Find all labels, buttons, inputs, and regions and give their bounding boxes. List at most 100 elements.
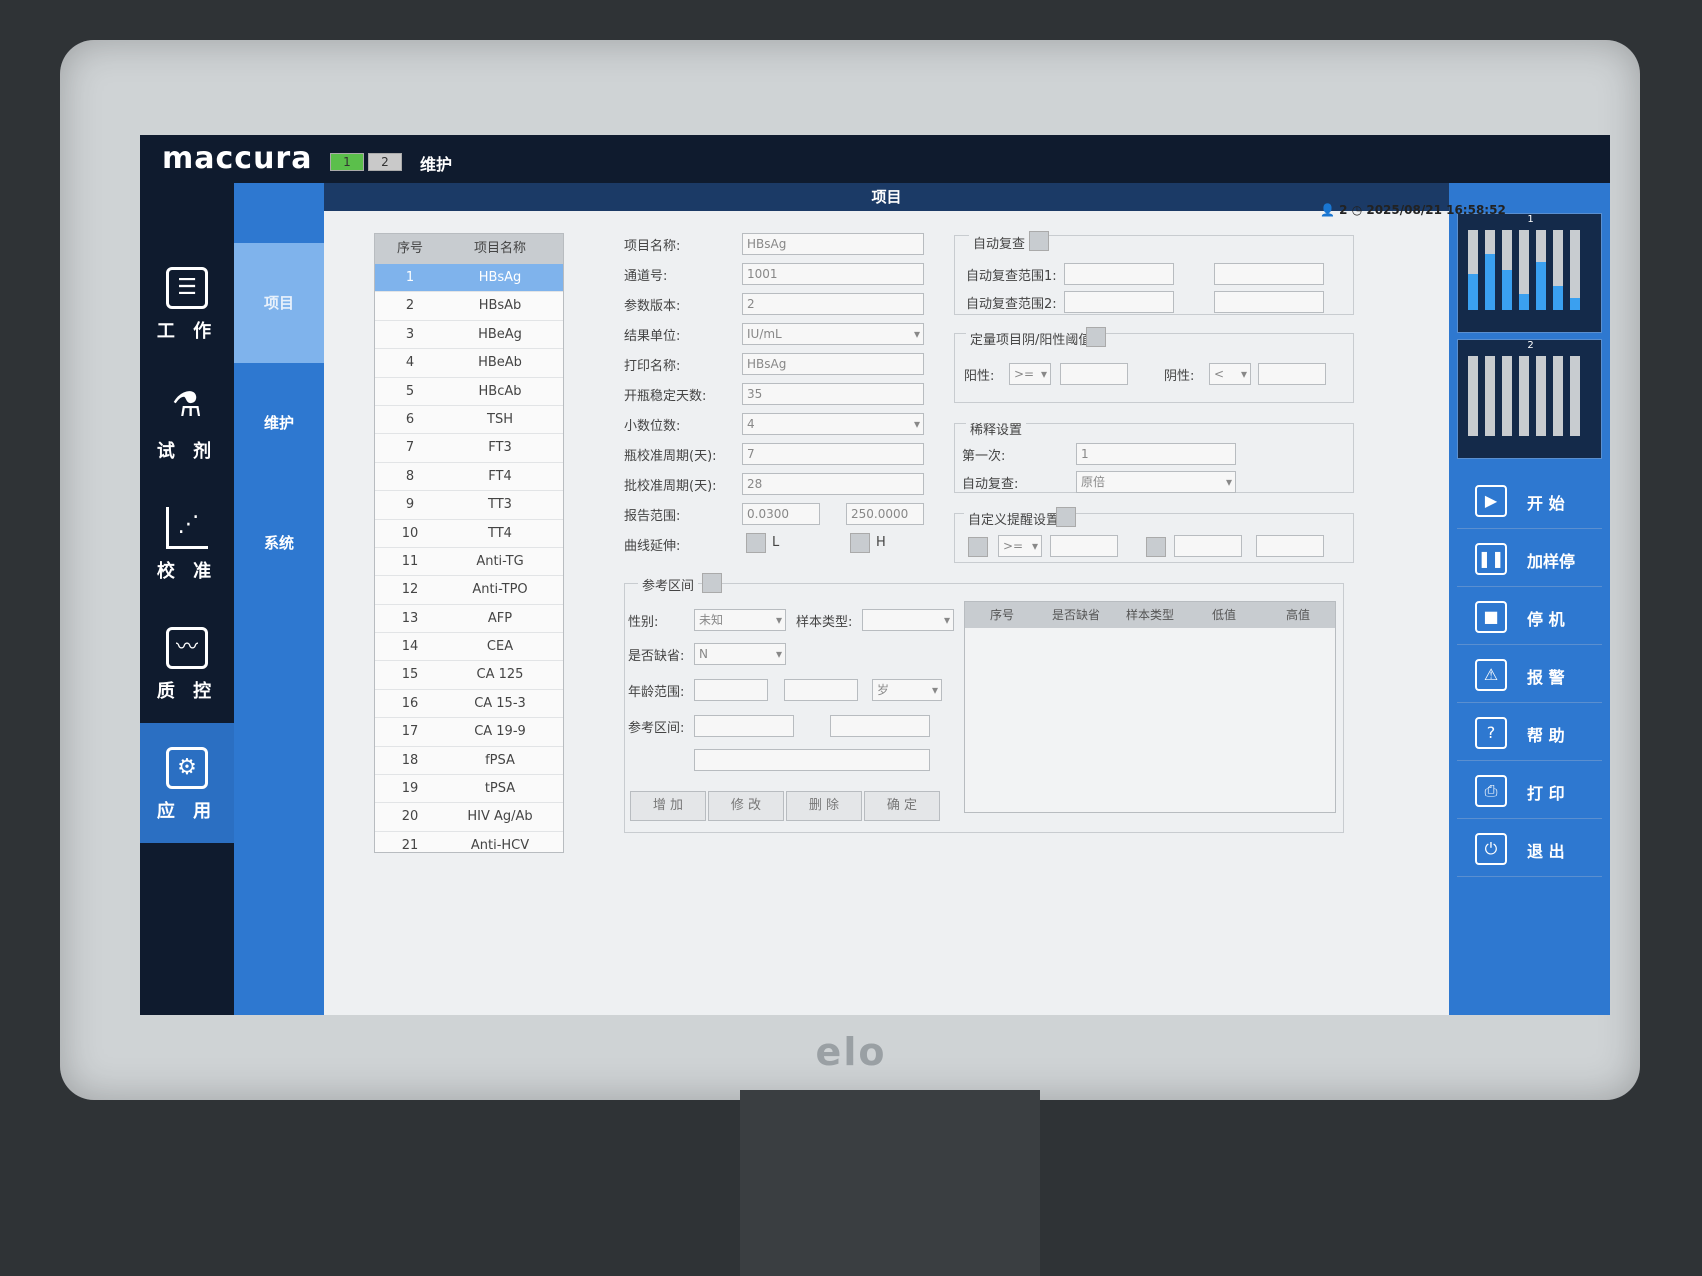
sample-type-select[interactable] xyxy=(862,609,954,631)
nav-work-label: 工 作 xyxy=(156,321,218,342)
list-item-name: HBcAb xyxy=(478,383,522,399)
reference-checkbox[interactable] xyxy=(702,573,722,593)
list-item[interactable]: 5 HBcAb xyxy=(375,378,563,406)
reminder-value-field-1[interactable] xyxy=(1050,535,1118,557)
action-label: 加样停 xyxy=(1527,552,1576,571)
calibration-chart-icon: ⋰ xyxy=(166,507,208,549)
positive-value-field[interactable] xyxy=(1060,363,1128,385)
list-item[interactable]: 21 Anti-HCV xyxy=(375,832,563,852)
gender-select[interactable]: 未知 xyxy=(694,609,786,631)
ref-high-field[interactable] xyxy=(830,715,930,737)
list-item[interactable]: 2 HBsAb xyxy=(375,292,563,321)
nav-reagent[interactable]: ⚗ 试 剂 xyxy=(140,363,234,483)
subnav-item-maintenance[interactable]: 维护 xyxy=(234,363,324,483)
dilution-recheck-select[interactable]: 原倍 xyxy=(1076,471,1236,493)
subnav-item-system[interactable]: 系统 xyxy=(234,483,324,603)
list-item[interactable]: 20 HIV Ag/Ab xyxy=(375,803,563,832)
list-item[interactable]: 9 TT3 xyxy=(375,491,563,520)
recheck-range1-high[interactable] xyxy=(1214,263,1324,285)
curve-h-checkbox[interactable] xyxy=(850,533,870,553)
recheck-range1-low[interactable] xyxy=(1064,263,1174,285)
action-button-warning[interactable]: ⚠ 报 警 xyxy=(1457,647,1602,703)
threshold-checkbox[interactable] xyxy=(1086,327,1106,347)
modify-button[interactable]: 修 改 xyxy=(708,791,784,821)
reminder-value-field-2[interactable] xyxy=(1174,535,1242,557)
nav-qc[interactable]: 〰质 控 xyxy=(140,603,234,723)
decimals-label: 小数位数: xyxy=(624,419,681,434)
default-select[interactable]: N xyxy=(694,643,786,665)
reference-grid[interactable]: 序号 是否缺省 样本类型 低值 高值 xyxy=(964,601,1336,813)
unit-select[interactable]: IU/mL xyxy=(742,323,924,345)
list-item[interactable]: 4 HBeAb xyxy=(375,349,563,378)
dilution-first-field[interactable]: 1 xyxy=(1076,443,1236,465)
age-unit-select[interactable]: 岁 xyxy=(872,679,942,701)
positive-op-select[interactable]: >= xyxy=(1009,363,1051,385)
list-item[interactable]: 15 CA 125 xyxy=(375,661,563,690)
reminder-item-checkbox-1[interactable] xyxy=(968,537,988,557)
list-item-index: 1 xyxy=(405,270,415,285)
age-high-field[interactable] xyxy=(784,679,858,701)
reminder-item-checkbox-2[interactable] xyxy=(1146,537,1166,557)
action-button-power[interactable]: ⏻ 退 出 xyxy=(1457,821,1602,877)
report-low-field[interactable]: 0.0300 xyxy=(742,503,820,525)
ref-text-field[interactable] xyxy=(694,749,930,771)
ref-low-field[interactable] xyxy=(694,715,794,737)
dilution-title: 稀释设置 xyxy=(966,419,1027,438)
action-button-pause[interactable]: ❚❚ 加样停 xyxy=(1457,531,1602,587)
list-item[interactable]: 11 Anti-TG xyxy=(375,548,563,577)
recheck-range2-high[interactable] xyxy=(1214,291,1324,313)
item-name-label: 项目名称: xyxy=(624,239,681,254)
reminder-op-select[interactable]: >= xyxy=(998,535,1042,557)
action-button-stop[interactable]: ■ 停 机 xyxy=(1457,589,1602,645)
action-button-play[interactable]: ▶ 开 始 xyxy=(1457,473,1602,529)
list-item[interactable]: 17 CA 19-9 xyxy=(375,718,563,747)
action-label: 报 警 xyxy=(1527,668,1565,687)
subnav-item-project[interactable]: 项目 xyxy=(234,243,324,363)
negative-value-field[interactable] xyxy=(1258,363,1326,385)
negative-op-select[interactable]: < xyxy=(1209,363,1251,385)
open-days-label: 开瓶稳定天数: xyxy=(624,389,707,404)
list-item-index: 12 xyxy=(401,582,419,598)
list-item[interactable]: 18 fPSA xyxy=(375,747,563,776)
list-item-name: HBsAg xyxy=(478,270,522,285)
lot-cal-field[interactable]: 28 xyxy=(742,473,924,495)
list-item[interactable]: 16 CA 15-3 xyxy=(375,690,563,719)
list-item[interactable]: 8 FT4 xyxy=(375,463,563,492)
list-item[interactable]: 19 tPSA xyxy=(375,775,563,804)
confirm-button[interactable]: 确 定 xyxy=(864,791,940,821)
list-item[interactable]: 7 FT3 xyxy=(375,434,563,463)
decimals-select[interactable]: 4 xyxy=(742,413,924,435)
action-button-printer[interactable]: ⎙ 打 印 xyxy=(1457,763,1602,819)
auto-recheck-checkbox[interactable] xyxy=(1029,231,1049,251)
reminder-value-field-3[interactable] xyxy=(1256,535,1324,557)
reminder-checkbox[interactable] xyxy=(1056,507,1076,527)
param-version-field[interactable]: 2 xyxy=(742,293,924,315)
print-name-field[interactable]: HBsAg xyxy=(742,353,924,375)
instance-tab-1[interactable]: 1 xyxy=(330,153,364,171)
nav-application[interactable]: ⚙ 应 用 xyxy=(140,723,234,843)
list-item-index: 13 xyxy=(401,610,419,626)
nav-work[interactable]: ☰ 工 作 xyxy=(140,243,234,363)
open-days-field[interactable]: 35 xyxy=(742,383,924,405)
report-high-field[interactable]: 250.0000 xyxy=(846,503,924,525)
bottle-cal-field[interactable]: 7 xyxy=(742,443,924,465)
list-item[interactable]: 10 TT4 xyxy=(375,520,563,548)
instance-tab-2[interactable]: 2 xyxy=(368,153,402,171)
curve-l-checkbox[interactable] xyxy=(746,533,766,553)
recheck-range2-low[interactable] xyxy=(1064,291,1174,313)
nav-calibration[interactable]: ⋰ 校 准 xyxy=(140,483,234,603)
list-item[interactable]: 13 AFP xyxy=(375,605,563,634)
app-screen: maccura 1 2 维护 ☰ 工 作 ⚗ 试 剂 ⋰ 校 准 〰质 控 ⚙ 应 用 … xyxy=(140,135,1610,1015)
item-name-field[interactable]: HBsAg xyxy=(742,233,924,255)
list-item[interactable]: 14 CEA xyxy=(375,633,563,662)
list-item[interactable]: 6 TSH xyxy=(375,406,563,435)
channel-field[interactable]: 1001 xyxy=(742,263,924,285)
delete-button[interactable]: 删 除 xyxy=(786,791,862,821)
list-item[interactable]: 3 HBeAg xyxy=(375,321,563,350)
grid-col-sample-type: 样本类型 xyxy=(1125,608,1174,622)
list-item[interactable]: 1 HBsAg xyxy=(375,264,563,293)
list-item[interactable]: 12 Anti-TPO xyxy=(375,576,563,605)
action-button-help[interactable]: ? 帮 助 xyxy=(1457,705,1602,761)
add-button[interactable]: 增 加 xyxy=(630,791,706,821)
age-low-field[interactable] xyxy=(694,679,768,701)
